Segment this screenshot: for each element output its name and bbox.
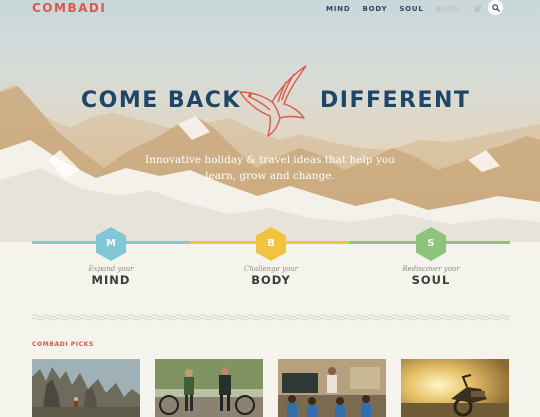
headline-come-back: COME BACK	[81, 88, 241, 113]
soul-letter: S	[427, 238, 435, 249]
pick-thumbnail-cyclists[interactable]	[155, 359, 263, 417]
pick-thumbnail-motorcycle[interactable]	[401, 359, 509, 417]
twitter-icon[interactable]	[472, 4, 482, 14]
body-subtitle: Challenge your	[243, 265, 299, 273]
mind-letter: M	[106, 238, 116, 249]
motorcycle-photo	[401, 359, 509, 417]
body-hexagon-badge[interactable]: B	[254, 226, 288, 262]
soul-hexagon-badge[interactable]: S	[414, 226, 448, 262]
pick-thumbnail-rocks[interactable]	[32, 359, 140, 417]
classroom-photo	[278, 359, 386, 417]
soul-title[interactable]: SOUL	[371, 273, 491, 287]
search-icon	[491, 3, 500, 12]
headline-different: DIFFERENT	[320, 88, 471, 113]
mind-subtitle: Expand your	[88, 265, 134, 273]
soul-subtitle: Rediscover your	[402, 265, 460, 273]
wavy-divider	[32, 314, 510, 321]
picks-heading: COMBADI PICKS	[32, 341, 94, 348]
nav-item-mind[interactable]: MIND	[326, 5, 350, 13]
nav-item-body[interactable]: BODY	[362, 5, 387, 13]
hero-banner: COMBADI MIND BODY SOUL BLOG COME BACK DI…	[0, 0, 540, 242]
swallow-bird-icon	[239, 65, 307, 137]
mind-title[interactable]: MIND	[51, 273, 171, 287]
cyclists-photo	[155, 359, 263, 417]
nav-item-blog[interactable]: BLOG	[436, 5, 460, 13]
pick-thumbnail-classroom[interactable]	[278, 359, 386, 417]
main-nav: MIND BODY SOUL BLOG	[326, 4, 508, 14]
rock-formation-photo	[32, 359, 140, 417]
brand-logo[interactable]: COMBADI	[32, 1, 106, 15]
nav-item-soul[interactable]: SOUL	[399, 5, 423, 13]
mind-hexagon-badge[interactable]: M	[94, 226, 128, 262]
body-title[interactable]: BODY	[211, 273, 331, 287]
hero-tagline: Innovative holiday & travel ideas that h…	[130, 152, 410, 184]
tagline-line-2: learn, grow and change.	[205, 170, 335, 182]
body-letter: B	[267, 238, 275, 249]
tagline-line-1: Innovative holiday & travel ideas that h…	[145, 154, 395, 166]
search-button[interactable]	[488, 0, 503, 15]
